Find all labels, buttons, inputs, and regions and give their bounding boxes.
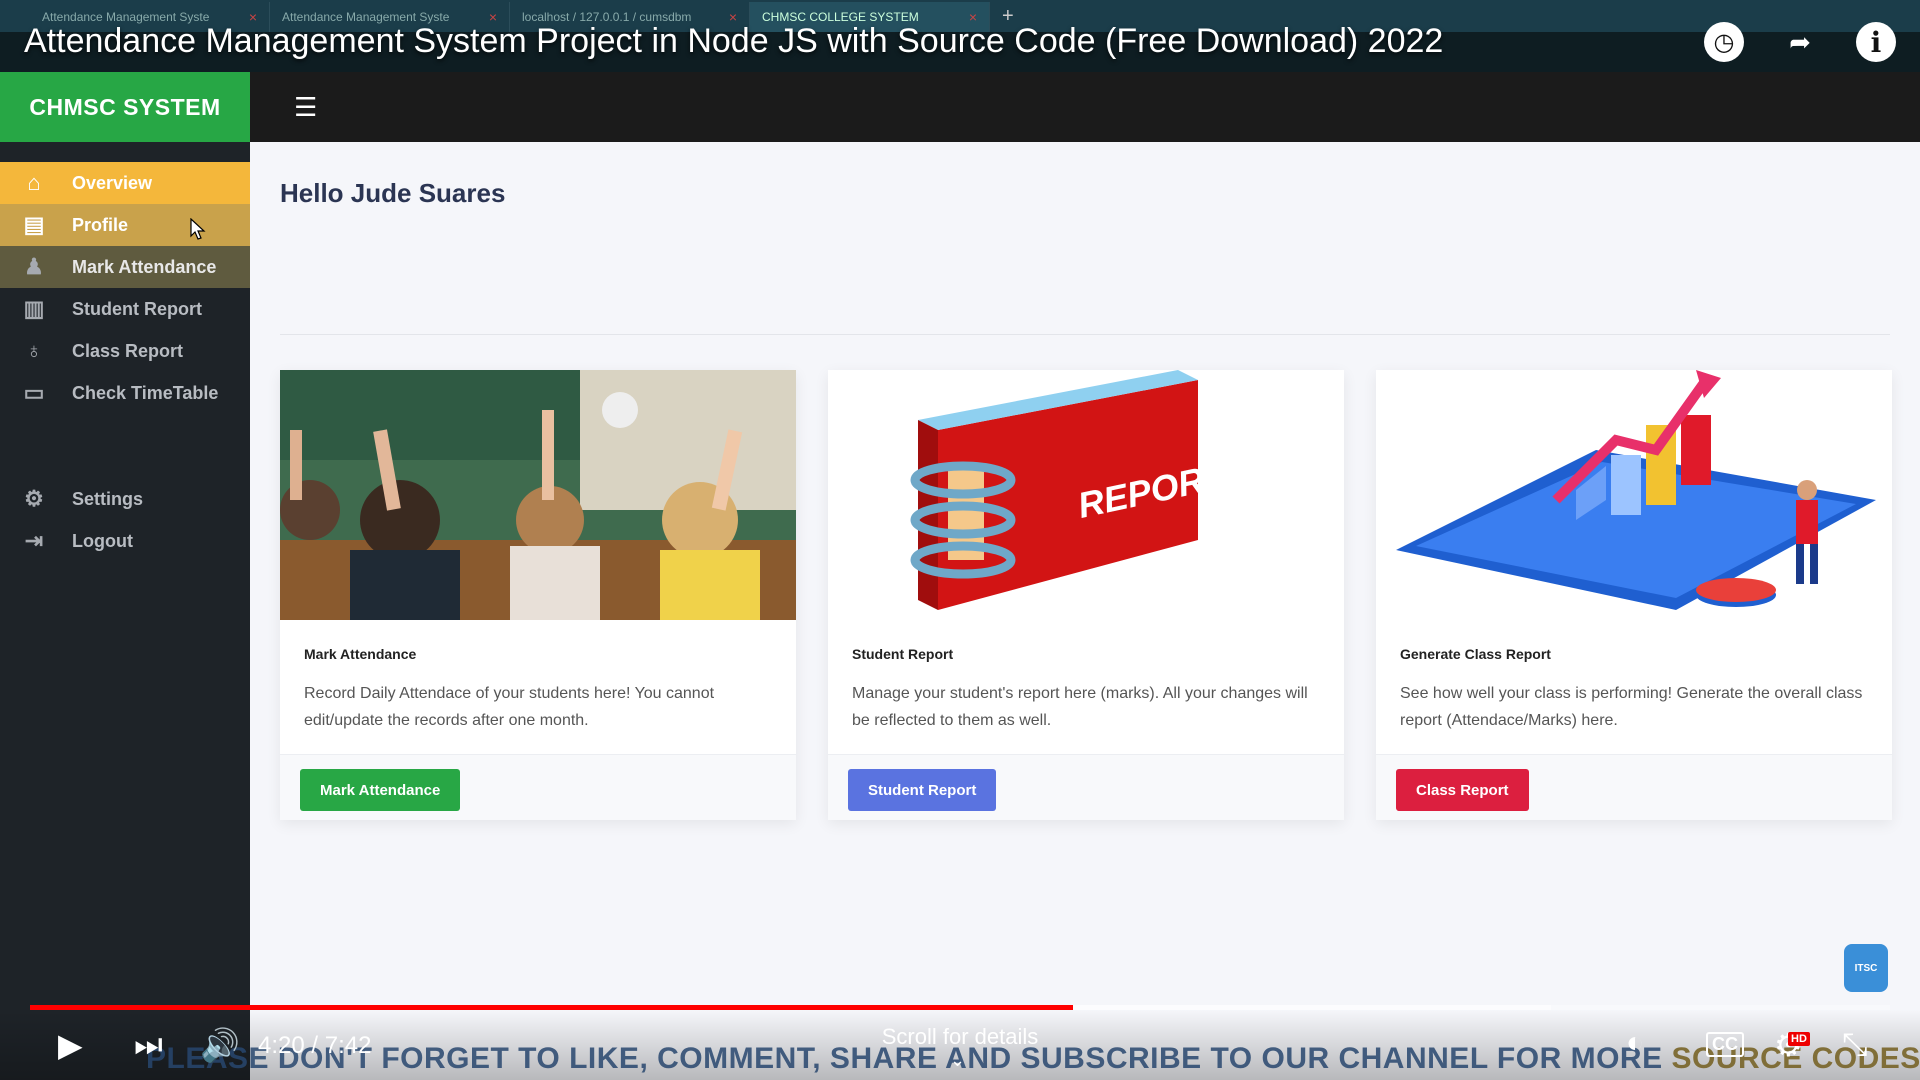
sidebar-item-overview[interactable]: ⌂ Overview: [0, 162, 250, 204]
sidebar-item-label: Class Report: [72, 340, 184, 361]
top-navbar: ☰: [250, 72, 1920, 142]
play-icon[interactable]: ▶: [58, 1026, 83, 1064]
report-binder-illustration: REPORT: [828, 370, 1344, 620]
classroom-photo: [280, 370, 796, 620]
card-deck: Mark Attendance Record Daily Attendace o…: [280, 370, 1892, 820]
sidebar-item-label: Settings: [72, 488, 144, 509]
award-icon: ♁: [25, 338, 43, 363]
divider: [280, 334, 1890, 335]
id-card-icon: ▤: [23, 212, 45, 237]
autoplay-toggle-icon[interactable]: ◐: [1626, 1026, 1644, 1060]
hd-badge: HD: [1788, 1032, 1810, 1046]
card-title: Student Report: [852, 646, 954, 662]
video-top-actions: ◷ ➦ i: [1704, 22, 1896, 62]
card-text: Manage your student's report here (marks…: [852, 685, 1308, 729]
sidebar-item-mark-attendance[interactable]: ♟ Mark Attendance: [0, 246, 250, 288]
sidebar-item-label: Student Report: [72, 298, 202, 319]
mouse-cursor-icon: [190, 218, 206, 240]
card-footer: Mark Attendance: [280, 754, 796, 820]
watch-later-icon[interactable]: ◷: [1704, 22, 1744, 62]
analytics-illustration: [1376, 370, 1892, 620]
mark-attendance-button[interactable]: Mark Attendance: [300, 769, 461, 811]
sidebar-item-label: Mark Attendance: [72, 256, 217, 277]
monitor-icon: ▭: [23, 380, 45, 405]
mark-attendance-card: Mark Attendance Record Daily Attendace o…: [280, 370, 796, 820]
sidebar-item-profile[interactable]: ▤ Profile: [0, 204, 250, 246]
card-text: Record Daily Attendace of your students …: [304, 685, 715, 729]
books-icon: ▥: [23, 296, 45, 321]
class-report-button[interactable]: Class Report: [1396, 769, 1529, 811]
hamburger-menu-icon[interactable]: ☰: [294, 92, 317, 123]
student-report-card: REPORT Student Report Manage your studen…: [828, 370, 1344, 820]
main-content: Hello Jude Suares Mark Attendance Record…: [250, 142, 1920, 1080]
card-footer: Student Report: [828, 754, 1344, 820]
sidebar-nav: ⌂ Overview ▤ Profile ♟ Mark Attendance ▥…: [0, 162, 250, 562]
sidebar-item-label: Profile: [72, 214, 129, 235]
video-time: 4:20 / 7:42: [258, 1032, 372, 1059]
subscribe-badge[interactable]: ITSC: [1844, 944, 1888, 992]
gear-icon: ⚙: [24, 486, 44, 511]
logout-icon: ⇥: [24, 528, 44, 553]
sidebar-item-student-report[interactable]: ▥ Student Report: [0, 288, 250, 330]
video-controls: PLEASE DON'T FORGET TO LIKE, COMMENT, SH…: [0, 1010, 1920, 1080]
exit-fullscreen-icon[interactable]: ⤡: [1842, 1026, 1868, 1064]
sidebar: CHMSC SYSTEM ⌂ Overview ▤ Profile ♟ Mark…: [0, 72, 250, 1080]
sidebar-item-label: Logout: [72, 530, 133, 551]
teacher-icon: ♟: [24, 254, 44, 279]
home-icon: ⌂: [27, 170, 41, 195]
card-text: See how well your class is performing! G…: [1400, 685, 1863, 729]
class-report-card: Generate Class Report See how well your …: [1376, 370, 1892, 820]
info-icon[interactable]: i: [1856, 22, 1896, 62]
captions-icon[interactable]: CC: [1706, 1032, 1744, 1057]
volume-icon[interactable]: 🔊: [200, 1026, 240, 1064]
card-title: Generate Class Report: [1400, 646, 1551, 662]
page-title: Hello Jude Suares: [280, 178, 506, 208]
sidebar-item-label: Overview: [72, 172, 153, 193]
card-footer: Class Report: [1376, 754, 1892, 820]
sidebar-item-class-report[interactable]: ♁ Class Report: [0, 330, 250, 372]
next-icon[interactable]: ⏭: [134, 1026, 163, 1064]
card-title: Mark Attendance: [304, 646, 417, 662]
brand-logo[interactable]: CHMSC SYSTEM: [0, 72, 250, 142]
sidebar-item-logout[interactable]: ⇥ Logout: [0, 520, 250, 562]
web-app: CHMSC SYSTEM ⌂ Overview ▤ Profile ♟ Mark…: [0, 72, 1920, 1080]
chevron-down-icon[interactable]: ⌄: [950, 1050, 965, 1071]
sidebar-item-label: Check TimeTable: [72, 382, 219, 403]
sidebar-item-settings[interactable]: ⚙ Settings: [0, 478, 250, 520]
sidebar-item-check-timetable[interactable]: ▭ Check TimeTable: [0, 372, 250, 414]
video-title[interactable]: Attendance Management System Project in …: [24, 22, 1443, 61]
student-report-button[interactable]: Student Report: [848, 769, 997, 811]
share-icon[interactable]: ➦: [1780, 22, 1820, 62]
